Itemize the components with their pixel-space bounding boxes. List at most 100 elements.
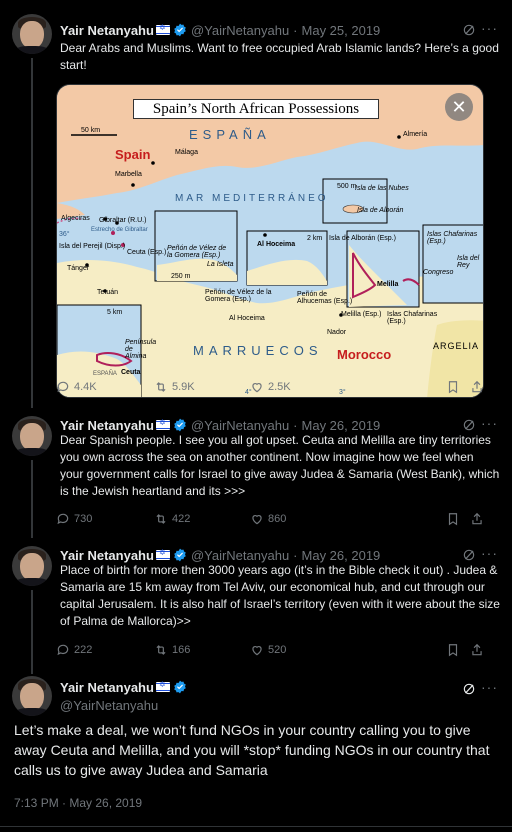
map-label-malaga: Málaga: [175, 149, 198, 156]
retweet-icon: [156, 645, 166, 655]
map-label-alboran: Isla de Alborán: [357, 207, 404, 214]
retweet-button[interactable]: 5.9K: [154, 380, 195, 394]
dot-separator: ·: [293, 417, 298, 433]
like-button[interactable]: 860: [250, 512, 286, 526]
map-label-chafarinas-inset: Islas Chafarinas (Esp.): [427, 231, 478, 245]
map-label-sea: MAR MEDITERRÁNEO: [175, 193, 329, 204]
tweet-timestamp[interactable]: 7:13 PM · May 26, 2019: [14, 796, 142, 810]
tweet-date[interactable]: May 26, 2019: [302, 418, 381, 433]
reply-button[interactable]: 222: [56, 643, 92, 657]
map-label-chafarinas: Islas Chafarinas (Esp.): [387, 311, 438, 325]
map-label-espana: ESPAÑA: [189, 127, 271, 142]
like-button[interactable]: 2.5K: [250, 380, 291, 394]
author-name[interactable]: Yair Netanyahu: [60, 548, 154, 563]
tweet-text: Dear Spanish people. I see you all got u…: [60, 433, 500, 498]
dot-separator: ·: [293, 22, 298, 38]
map-label-argelia: ARGELIA: [433, 341, 480, 351]
verified-badge-icon[interactable]: [173, 418, 187, 432]
map-title: Spain’s North African Possessions: [133, 99, 379, 119]
map-label-ceuta: Ceuta: [121, 369, 141, 376]
tweet-2[interactable]: Yair Netanyahu @YairNetanyahu · May 26, …: [0, 408, 512, 538]
grok-icon[interactable]: [462, 548, 476, 562]
map-label-congreso: Congreso: [423, 269, 454, 276]
map-label-alhoceima-coast: Al Hoceima: [229, 315, 265, 322]
retweet-icon: [156, 382, 166, 392]
map-label-algeciras: Algeciras: [61, 215, 90, 222]
retweet-button[interactable]: 166: [154, 643, 190, 657]
like-count: 2.5K: [268, 381, 291, 393]
map-label-isleta: La Isleta: [207, 261, 234, 268]
map-label-scale-250: 250 m: [171, 273, 191, 280]
tweet-1[interactable]: Yair Netanyahu @YairNetanyahu · May 25, …: [0, 0, 512, 408]
israel-flag-icon: [155, 23, 170, 35]
author-handle[interactable]: @YairNetanyahu: [191, 548, 289, 563]
map-label-almeria: Almería: [403, 131, 428, 138]
tweet-text: Dear Arabs and Muslims. Want to free occ…: [60, 41, 499, 72]
reply-icon: [57, 644, 69, 656]
map-label-spain: Spain: [115, 147, 151, 162]
grok-icon[interactable]: [462, 418, 476, 432]
dot-separator: ·: [293, 547, 298, 563]
map-label-velez-inset: Peñón de Vélez de la Gomera (Esp.): [167, 245, 227, 259]
avatar[interactable]: [12, 546, 52, 586]
reply-count: 4.4K: [74, 381, 97, 393]
map-label-marbella: Marbella: [115, 171, 142, 178]
map-label-melilla-esp: Melilla (Esp.): [341, 311, 382, 318]
tweet-actions: 4.4K 5.9K 2.5K: [56, 380, 500, 398]
map-label-nubes: Isla de las Nubes: [355, 185, 409, 192]
tweet-3[interactable]: Yair Netanyahu @YairNetanyahu · May 26, …: [0, 538, 512, 674]
reply-button[interactable]: 730: [56, 512, 92, 526]
reply-count: 222: [74, 644, 93, 656]
author-handle[interactable]: @YairNetanyahu: [191, 23, 289, 38]
map-label-morocco: Morocco: [337, 347, 392, 362]
heart-icon: [252, 515, 262, 525]
tweet-image-map[interactable]: Spain’s North African Possessions ✕ ESPA…: [56, 84, 484, 398]
map-label-marruecos: MARRUECOS: [193, 343, 323, 358]
tweet-actions: 222 166 520: [56, 643, 500, 661]
grok-icon[interactable]: [462, 23, 476, 37]
author-name[interactable]: Yair Netanyahu: [60, 23, 154, 38]
verified-badge-icon[interactable]: [173, 548, 187, 562]
bookmark-icon[interactable]: [446, 643, 460, 657]
more-options-icon[interactable]: ···: [481, 20, 498, 36]
verified-badge-icon[interactable]: [173, 680, 187, 694]
reply-count: 730: [74, 513, 93, 525]
author-handle[interactable]: @YairNetanyahu: [60, 698, 158, 713]
avatar[interactable]: [12, 676, 52, 716]
bookmark-icon[interactable]: [446, 512, 460, 526]
map-label-rey: Isla del Rey: [457, 255, 480, 269]
map-label-scale-2: 2 km: [307, 235, 323, 242]
heart-icon: [252, 383, 262, 393]
map-label-estrecho: Estrecho de Gibraltar: [91, 227, 148, 233]
reply-button[interactable]: 4.4K: [56, 380, 97, 394]
more-options-icon[interactable]: ···: [481, 679, 498, 695]
tweet-date[interactable]: May 25, 2019: [302, 23, 381, 38]
share-icon[interactable]: [470, 512, 484, 526]
close-image-button[interactable]: ✕: [445, 93, 473, 121]
author-name[interactable]: Yair Netanyahu: [60, 418, 154, 433]
map-label-scale-50: 50 km: [81, 127, 101, 134]
thread-line: [31, 460, 33, 538]
tweet-text: Place of birth for more then 3000 years …: [60, 563, 500, 628]
more-options-icon[interactable]: ···: [481, 545, 498, 561]
tweet-date[interactable]: May 26, 2019: [302, 548, 381, 563]
author-name[interactable]: Yair Netanyahu: [60, 680, 154, 695]
like-button[interactable]: 520: [250, 643, 286, 657]
author-handle[interactable]: @YairNetanyahu: [191, 418, 289, 433]
retweet-button[interactable]: 422: [154, 512, 190, 526]
bookmark-icon[interactable]: [446, 380, 460, 394]
verified-badge-icon[interactable]: [173, 23, 187, 37]
map-label-alhoceima: Al Hoceima: [257, 241, 296, 248]
tweet-actions: 730 422 860: [56, 512, 500, 530]
avatar[interactable]: [12, 14, 52, 54]
avatar[interactable]: [12, 416, 52, 456]
israel-flag-icon: [155, 548, 170, 560]
map-label-tanger: Tánger: [67, 265, 90, 272]
more-options-icon[interactable]: ···: [481, 415, 498, 431]
map-label-scale-500: 500 m: [337, 183, 357, 190]
share-icon[interactable]: [470, 643, 484, 657]
retweet-icon: [156, 514, 166, 524]
grok-icon[interactable]: [462, 682, 476, 696]
like-count: 520: [268, 644, 287, 656]
share-icon[interactable]: [470, 380, 484, 394]
